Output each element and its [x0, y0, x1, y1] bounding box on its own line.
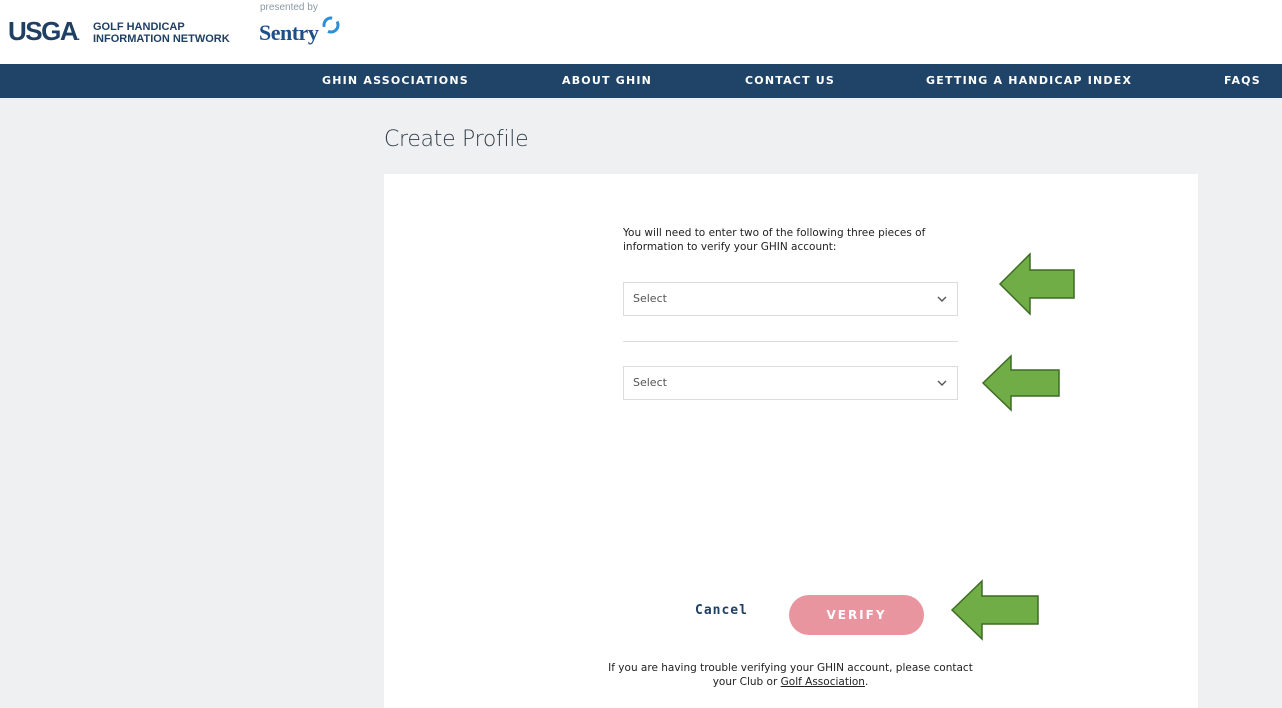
select-2-placeholder: Select — [633, 376, 667, 389]
chevron-down-icon — [937, 296, 947, 302]
sentry-swirl-icon — [322, 16, 340, 34]
usga-logo[interactable]: USGA. — [8, 18, 80, 51]
cancel-button[interactable]: Cancel — [695, 603, 748, 618]
nav-faqs[interactable]: FAQS — [1224, 64, 1261, 98]
help-text: If you are having trouble verifying your… — [604, 661, 977, 689]
nav-contact-us[interactable]: CONTACT US — [745, 64, 835, 98]
page-title: Create Profile — [384, 127, 529, 152]
sentry-logo: Sentry — [259, 20, 319, 45]
help-text-end: . — [864, 676, 869, 688]
network-line-2: INFORMATION NETWORK — [93, 33, 230, 45]
nav-ghin-associations[interactable]: GHIN ASSOCIATIONS — [322, 64, 469, 98]
ghin-network-title: GOLF HANDICAP INFORMATION NETWORK — [93, 21, 230, 45]
nav-about-ghin[interactable]: ABOUT GHIN — [562, 64, 652, 98]
left-arrow-annotation-1 — [998, 252, 1075, 316]
verification-select-1[interactable]: Select — [623, 282, 958, 316]
chevron-down-icon — [937, 380, 947, 386]
select-1-placeholder: Select — [633, 292, 667, 305]
verify-button[interactable]: VERIFY — [789, 595, 924, 635]
nav-getting-handicap-index[interactable]: GETTING A HANDICAP INDEX — [926, 64, 1132, 98]
network-line-1: GOLF HANDICAP — [93, 21, 185, 33]
verification-select-2[interactable]: Select — [623, 366, 958, 400]
left-arrow-annotation-2 — [981, 354, 1060, 412]
instructions-text: You will need to enter two of the follow… — [623, 227, 926, 253]
site-header: USGA. GOLF HANDICAP INFORMATION NETWORK … — [0, 0, 1282, 64]
field-divider — [623, 341, 958, 342]
left-arrow-annotation-3 — [950, 579, 1039, 641]
main-nav: GHIN ASSOCIATIONS ABOUT GHIN CONTACT US … — [0, 64, 1282, 98]
presented-by-label: presented by — [260, 2, 318, 13]
golf-association-link[interactable]: Golf Association — [781, 676, 865, 688]
